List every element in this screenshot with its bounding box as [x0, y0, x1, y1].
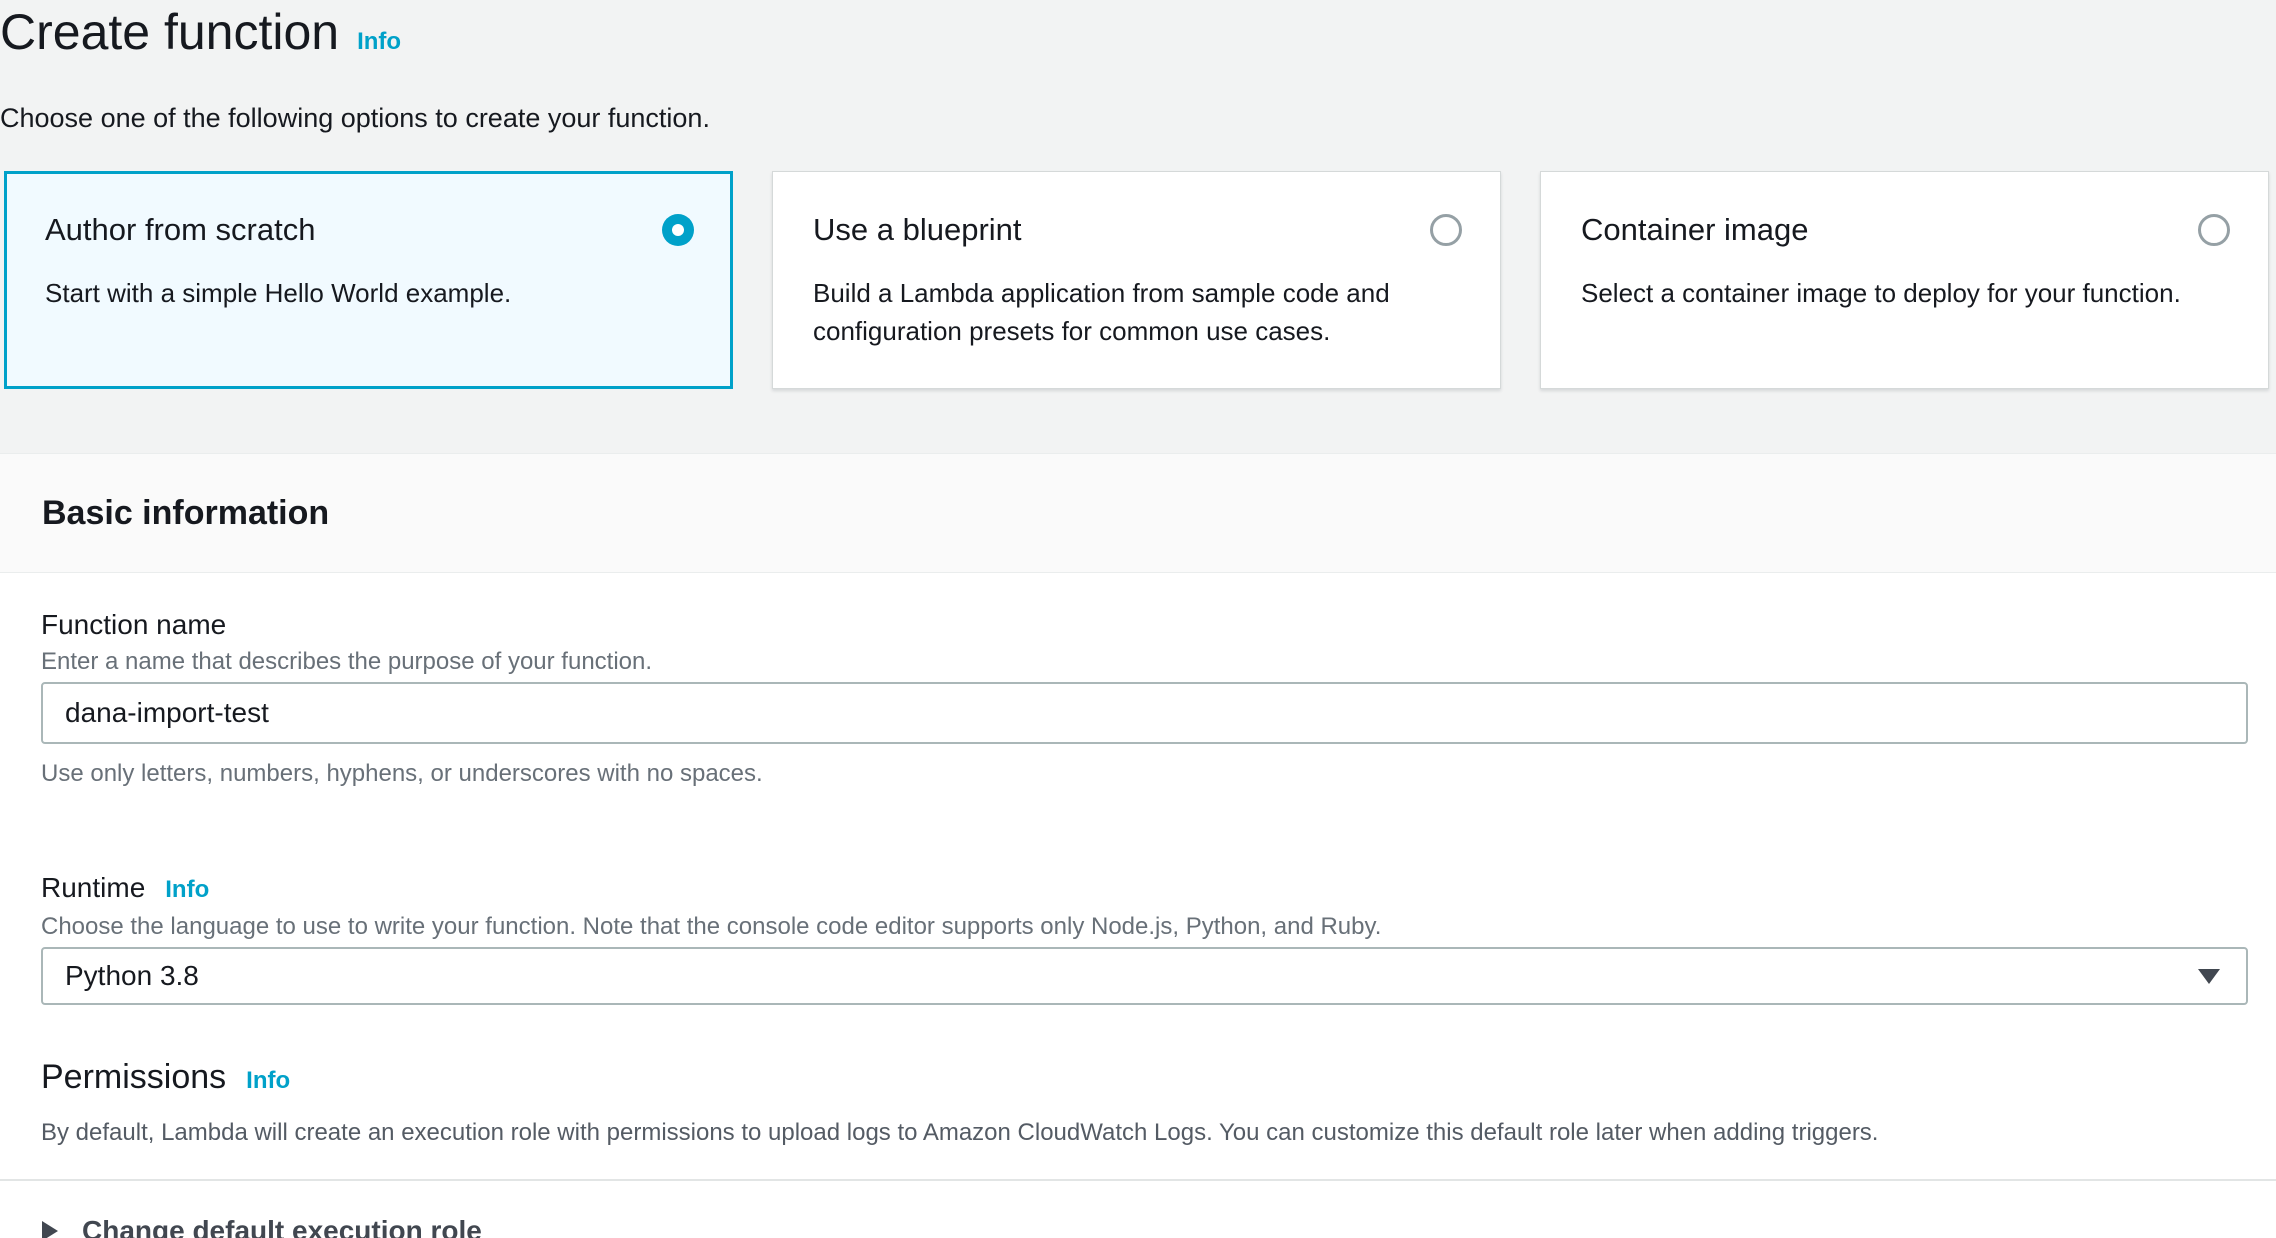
runtime-description: Choose the language to use to write your…	[41, 912, 2248, 941]
function-name-description: Enter a name that describes the purpose …	[41, 647, 2248, 676]
runtime-label: Runtime Info	[41, 836, 2248, 906]
permissions-heading: Permissions Info	[41, 1057, 2248, 1101]
function-name-constraint: Use only letters, numbers, hyphens, or u…	[41, 760, 2248, 788]
runtime-selected-value: Python 3.8	[65, 960, 199, 992]
dropdown-arrow-icon	[2198, 969, 2220, 984]
create-function-info-link[interactable]: Info	[357, 28, 401, 55]
function-name-label: Function name	[41, 573, 2248, 641]
card-title: Use a blueprint	[813, 212, 1022, 248]
page-title: Create function	[0, 4, 339, 60]
page-header: Create function Info Choose one of the fo…	[0, 0, 2276, 134]
page-subtitle: Choose one of the following options to c…	[0, 102, 2276, 134]
card-title: Author from scratch	[45, 212, 315, 248]
function-name-input[interactable]	[41, 682, 2248, 744]
creation-option-cards: Author from scratch Start with a simple …	[4, 171, 2269, 389]
radio-author-from-scratch[interactable]	[662, 214, 694, 246]
radio-use-a-blueprint[interactable]	[1430, 214, 1462, 246]
change-execution-role-expander[interactable]: Change default execution role	[0, 1181, 2276, 1238]
runtime-select[interactable]: Python 3.8	[41, 947, 2248, 1005]
card-title: Container image	[1581, 212, 1808, 248]
card-use-a-blueprint[interactable]: Use a blueprint Build a Lambda applicati…	[772, 171, 1501, 389]
permissions-description: By default, Lambda will create an execut…	[41, 1119, 2248, 1147]
card-container-image[interactable]: Container image Select a container image…	[1540, 171, 2269, 389]
card-description: Start with a simple Hello World example.	[45, 274, 694, 312]
basic-information-title: Basic information	[42, 494, 329, 533]
permissions-info-link[interactable]: Info	[246, 1067, 290, 1094]
card-description: Build a Lambda application from sample c…	[813, 274, 1462, 350]
expander-label: Change default execution role	[82, 1215, 482, 1238]
runtime-label-text: Runtime	[41, 872, 145, 903]
runtime-info-link[interactable]: Info	[165, 876, 209, 903]
expand-caret-icon	[42, 1221, 58, 1238]
card-description: Select a container image to deploy for y…	[1581, 274, 2230, 312]
permissions-heading-text: Permissions	[41, 1058, 226, 1096]
card-author-from-scratch[interactable]: Author from scratch Start with a simple …	[4, 171, 733, 389]
basic-information-panel: Basic information Function name Enter a …	[0, 453, 2276, 1238]
basic-information-header: Basic information	[0, 453, 2276, 573]
radio-container-image[interactable]	[2198, 214, 2230, 246]
